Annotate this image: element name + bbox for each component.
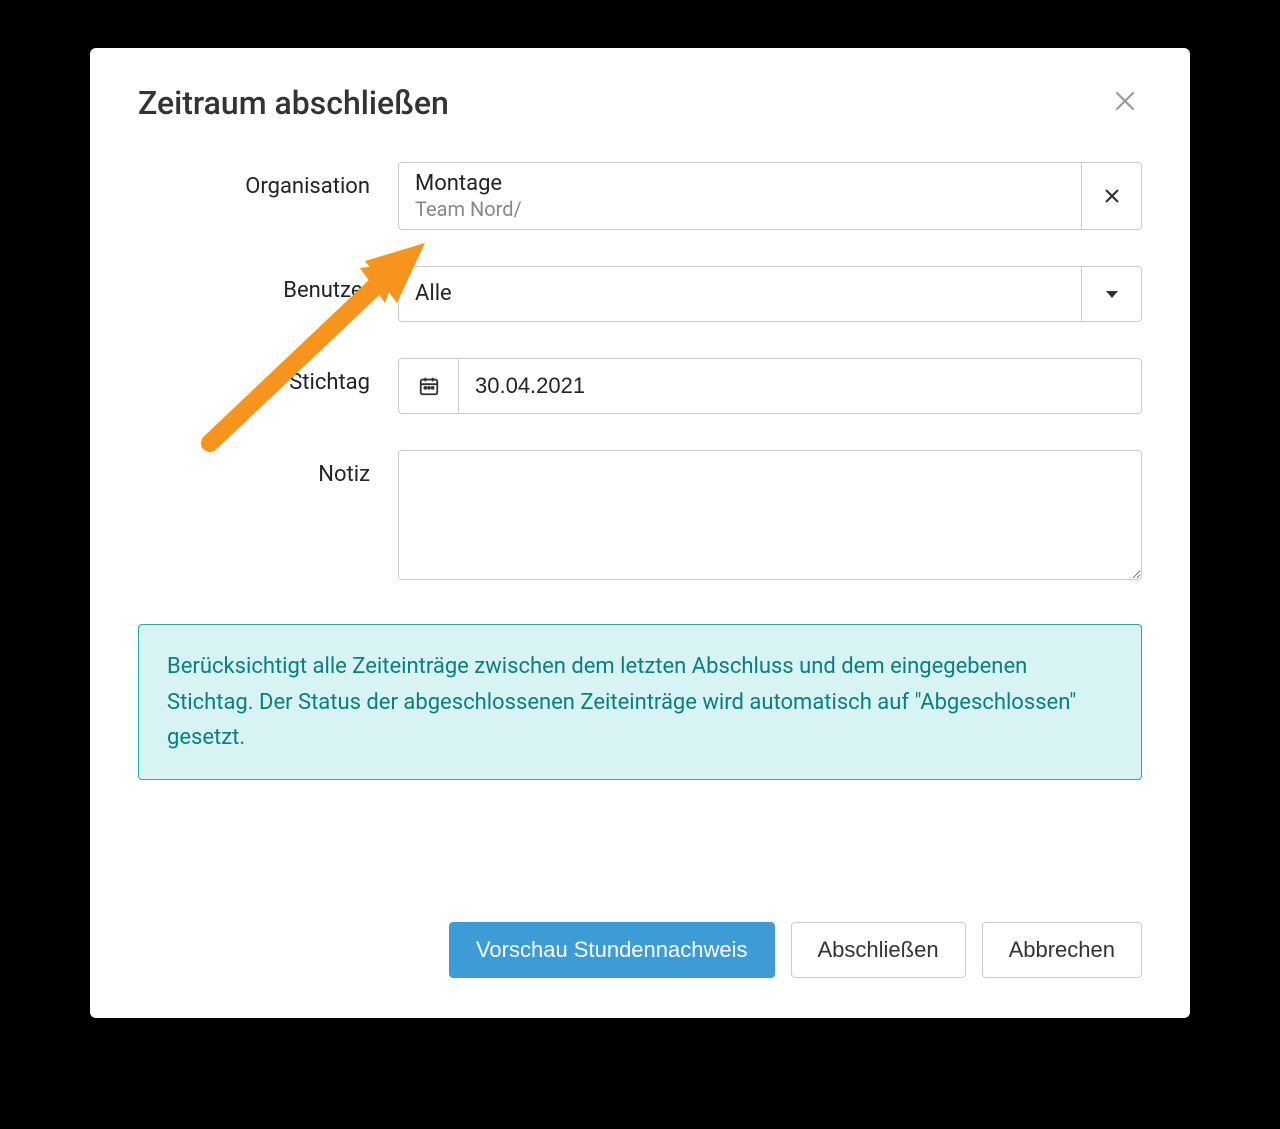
label-benutzer: Benutzer — [138, 266, 398, 303]
close-icon — [1112, 88, 1138, 114]
preview-button[interactable]: Vorschau Stundennachweis — [449, 922, 775, 978]
dialog-footer: Vorschau Stundennachweis Abschließen Abb… — [138, 882, 1142, 978]
row-stichtag: Stichtag — [138, 358, 1142, 414]
info-message: Berücksichtigt alle Zeiteinträge zwische… — [138, 624, 1142, 780]
organisation-clear-button[interactable] — [1081, 163, 1141, 229]
calendar-icon — [418, 375, 440, 397]
close-period-dialog: Zeitraum abschließen Organisation Montag… — [90, 48, 1190, 1018]
chevron-down-icon — [1106, 291, 1118, 298]
benutzer-select[interactable]: Alle — [398, 266, 1142, 322]
label-stichtag: Stichtag — [138, 358, 398, 395]
stichtag-input-group — [398, 358, 1142, 414]
notiz-textarea[interactable] — [398, 450, 1142, 580]
organisation-select[interactable]: Montage Team Nord/ — [398, 162, 1142, 230]
stichtag-input[interactable] — [475, 373, 1125, 399]
row-organisation: Organisation Montage Team Nord/ — [138, 162, 1142, 230]
date-picker-button[interactable] — [399, 359, 459, 413]
label-notiz: Notiz — [138, 450, 398, 487]
clear-icon — [1103, 187, 1121, 205]
dialog-header: Zeitraum abschließen — [138, 84, 1142, 162]
close-button[interactable] — [1108, 84, 1142, 123]
benutzer-value: Alle — [399, 267, 1081, 321]
submit-button[interactable]: Abschließen — [791, 922, 966, 978]
organisation-value: Montage — [415, 171, 1065, 197]
dialog-title: Zeitraum abschließen — [138, 84, 449, 122]
organisation-subvalue: Team Nord/ — [415, 197, 1065, 221]
cancel-button[interactable]: Abbrechen — [982, 922, 1142, 978]
row-notiz: Notiz — [138, 450, 1142, 584]
benutzer-dropdown-toggle[interactable] — [1081, 267, 1141, 321]
label-organisation: Organisation — [138, 162, 398, 199]
row-benutzer: Benutzer Alle — [138, 266, 1142, 322]
